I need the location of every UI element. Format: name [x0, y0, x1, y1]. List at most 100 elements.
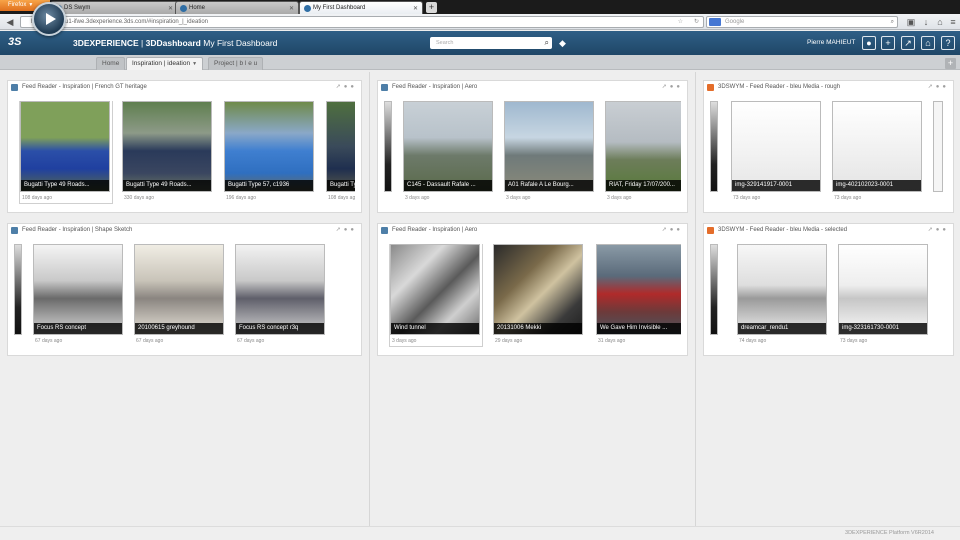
feed-item[interactable]: Wind tunnel 3 days ago	[389, 244, 483, 347]
download-icon[interactable]: ↓	[920, 16, 932, 28]
browser-tab-home[interactable]: Home ✕	[175, 1, 299, 14]
tab-home[interactable]: Home	[96, 57, 126, 70]
close-icon[interactable]: ●	[676, 84, 683, 90]
thumbnail-carousel[interactable]: Wind tunnel 3 days ago 20131006 Mekki 29 da…	[384, 244, 681, 349]
adblock-icon[interactable]: ▣	[904, 16, 918, 28]
close-icon[interactable]: ●	[942, 84, 949, 90]
share-icon[interactable]: ↗	[901, 36, 915, 50]
browser-tab-my-first-dashboard[interactable]: My First Dashboard ✕	[299, 1, 423, 15]
feed-item[interactable]: We Gave Him Invisible ... 31 days ago	[596, 244, 681, 344]
widget-aero-2[interactable]: Feed Reader - Inspiration | Aero ➚●● Wind …	[377, 223, 688, 356]
thumbnail-partial[interactable]	[710, 244, 718, 335]
widget-bleu-media-rough[interactable]: 3DSWYM - Feed Reader - bleu Media - roug…	[703, 80, 954, 213]
share-icon[interactable]: ➚	[336, 84, 344, 90]
thumbnail-image[interactable]: img-329141917-0001	[731, 101, 821, 192]
user-profile-icon[interactable]: ●	[862, 36, 876, 50]
help-icon[interactable]: ?	[941, 36, 955, 50]
widget-header[interactable]: 3DSWYM - Feed Reader - bleu Media - sele…	[704, 224, 953, 237]
thumbnail-image[interactable]: Focus RS concept r3q	[235, 244, 325, 335]
thumbnail-image[interactable]: Bugatti Type 57, c1936	[224, 101, 314, 192]
share-icon[interactable]: ➚	[336, 227, 344, 233]
add-icon[interactable]: +	[881, 36, 895, 50]
widget-header[interactable]: Feed Reader - Inspiration | Shape Sketch…	[8, 224, 361, 237]
add-tab-button[interactable]: +	[945, 58, 956, 69]
widget-header[interactable]: Feed Reader - Inspiration | Aero ➚●●	[378, 224, 687, 237]
thumbnail-image[interactable]: 20131006 Mekki	[493, 244, 583, 335]
thumbnail-image[interactable]: C145 - Dassault Rafale ...	[403, 101, 493, 192]
widget-aero[interactable]: Feed Reader - Inspiration | Aero ➚●● C145 …	[377, 80, 688, 213]
thumbnail-partial[interactable]	[710, 101, 718, 192]
close-icon[interactable]: ✕	[168, 5, 173, 12]
close-icon[interactable]: ●	[676, 227, 683, 233]
share-icon[interactable]: ➚	[928, 227, 936, 233]
close-icon[interactable]: ●	[942, 227, 949, 233]
thumbnail-carousel[interactable]: Bugatti Type 49 Roads... 108 days ago Buga…	[14, 101, 355, 206]
share-icon[interactable]: ➚	[662, 227, 670, 233]
thumbnail-image[interactable]: We Gave Him Invisible ...	[596, 244, 681, 335]
home-icon[interactable]: ⌂	[921, 36, 935, 50]
feed-item[interactable]: Bugatti Type 57, c1936 196 days ago	[224, 101, 314, 201]
thumbnail-carousel[interactable]: C145 - Dassault Rafale ... 3 days ago A01 …	[384, 101, 681, 206]
thumbnail-image[interactable]: Wind tunnel	[390, 244, 480, 335]
browser-tab-ds-swym[interactable]: DS Swym ✕	[50, 1, 178, 14]
tag-icon[interactable]: ◆	[559, 37, 571, 49]
thumbnail-image[interactable]: 20100615 greyhound	[134, 244, 224, 335]
feed-item[interactable]: C145 - Dassault Rafale ... 3 days ago	[403, 101, 493, 201]
share-icon[interactable]: ➚	[662, 84, 670, 90]
new-tab-button[interactable]: +	[426, 2, 437, 13]
app-search-input[interactable]: Search ⌕	[430, 37, 552, 49]
widget-header[interactable]: Feed Reader - Inspiration | Aero ➚●●	[378, 81, 687, 94]
browser-search-field[interactable]: Google ⌕	[706, 16, 898, 28]
tab-inspiration-ideation[interactable]: Inspiration | ideation ▼	[126, 57, 204, 70]
thumbnail-image[interactable]: img-402102023-0001	[832, 101, 922, 192]
thumbnail-partial[interactable]	[933, 101, 943, 192]
thumbnail-image[interactable]: Focus RS concept	[33, 244, 123, 335]
feed-item[interactable]: dreamcar_rendu1 74 days ago	[737, 244, 827, 344]
compass-icon[interactable]	[32, 2, 66, 36]
thumbnail-carousel[interactable]: Focus RS concept 67 days ago 20100615 grey…	[14, 244, 355, 349]
url-bar[interactable]: https://ifwe-eu1-ifwe.3dexperience.3ds.c…	[20, 16, 704, 28]
tab-project-bleu[interactable]: Project | b l e u	[208, 57, 264, 70]
widget-header[interactable]: Feed Reader - Inspiration | French GT he…	[8, 81, 361, 94]
thumbnail-image[interactable]: A01 Rafale A Le Bourg...	[504, 101, 594, 192]
close-icon[interactable]: ●	[350, 227, 357, 233]
close-icon[interactable]: ✕	[413, 5, 418, 12]
feed-item[interactable]: 20131006 Mekki 29 days ago	[493, 244, 583, 344]
bookmark-star-icon[interactable]: ☆	[678, 17, 683, 27]
refresh-icon[interactable]: ↻	[694, 17, 699, 27]
feed-item[interactable]: Bugatti Type 49 Roads... 108 days ago	[326, 101, 355, 201]
feed-item[interactable]: img-329141917-0001 73 days ago	[731, 101, 821, 201]
feed-item[interactable]: A01 Rafale A Le Bourg... 3 days ago	[504, 101, 594, 201]
feed-item[interactable]: img-402102023-0001 73 days ago	[832, 101, 922, 201]
thumbnail-image[interactable]: img-323161730-0001	[838, 244, 928, 335]
thumbnail-carousel[interactable]: dreamcar_rendu1 74 days ago img-323161730-…	[710, 244, 947, 349]
thumbnail-image[interactable]: RIAT, Friday 17/07/200...	[605, 101, 681, 192]
widget-header[interactable]: 3DSWYM - Feed Reader - bleu Media - roug…	[704, 81, 953, 94]
user-name[interactable]: Pierre MAHIEUT	[807, 39, 855, 46]
widget-french-gt-heritage[interactable]: Feed Reader - Inspiration | French GT he…	[7, 80, 362, 213]
thumbnail-image[interactable]: dreamcar_rendu1	[737, 244, 827, 335]
share-icon[interactable]: ➚	[928, 84, 936, 90]
thumbnail-partial[interactable]	[384, 101, 392, 192]
feed-item[interactable]: img-323161730-0001 73 days ago	[838, 244, 928, 344]
feed-item[interactable]: RIAT, Friday 17/07/200... 3 days ago	[605, 101, 681, 201]
widget-shape-sketch[interactable]: Feed Reader - Inspiration | Shape Sketch…	[7, 223, 362, 356]
thumbnail-partial[interactable]	[14, 244, 22, 335]
thumbnail-carousel[interactable]: img-329141917-0001 73 days ago img-4021020…	[710, 101, 947, 206]
close-icon[interactable]: ●	[350, 84, 357, 90]
feed-item[interactable]: Focus RS concept 67 days ago	[33, 244, 123, 344]
menu-icon[interactable]: ≡	[947, 16, 959, 28]
feed-item[interactable]: Bugatti Type 49 Roads... 108 days ago	[19, 101, 113, 204]
thumbnail-image[interactable]: Bugatti Type 49 Roads...	[20, 101, 110, 192]
close-icon[interactable]: ✕	[289, 5, 294, 12]
search-icon[interactable]: ⌕	[545, 37, 549, 49]
widget-bleu-media-selected[interactable]: 3DSWYM - Feed Reader - bleu Media - sele…	[703, 223, 954, 356]
feed-item[interactable]: 20100615 greyhound 67 days ago	[134, 244, 224, 344]
feed-item[interactable]: Bugatti Type 49 Roads... 330 days ago	[122, 101, 212, 201]
chevron-down-icon[interactable]: ▼	[192, 61, 197, 67]
thumbnail-image[interactable]: Bugatti Type 49 Roads...	[122, 101, 212, 192]
search-icon[interactable]: ⌕	[891, 17, 894, 27]
thumbnail-image[interactable]: Bugatti Type 49 Roads...	[326, 101, 355, 192]
home-icon[interactable]: ⌂	[934, 16, 946, 28]
feed-item[interactable]: Focus RS concept r3q 67 days ago	[235, 244, 325, 344]
